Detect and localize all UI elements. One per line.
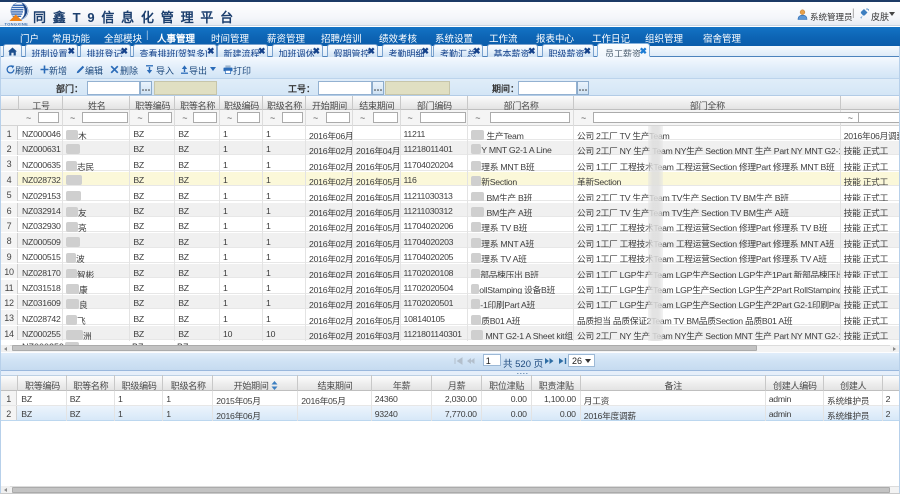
svg-text:TONGXINE: TONGXINE [5,21,29,26]
